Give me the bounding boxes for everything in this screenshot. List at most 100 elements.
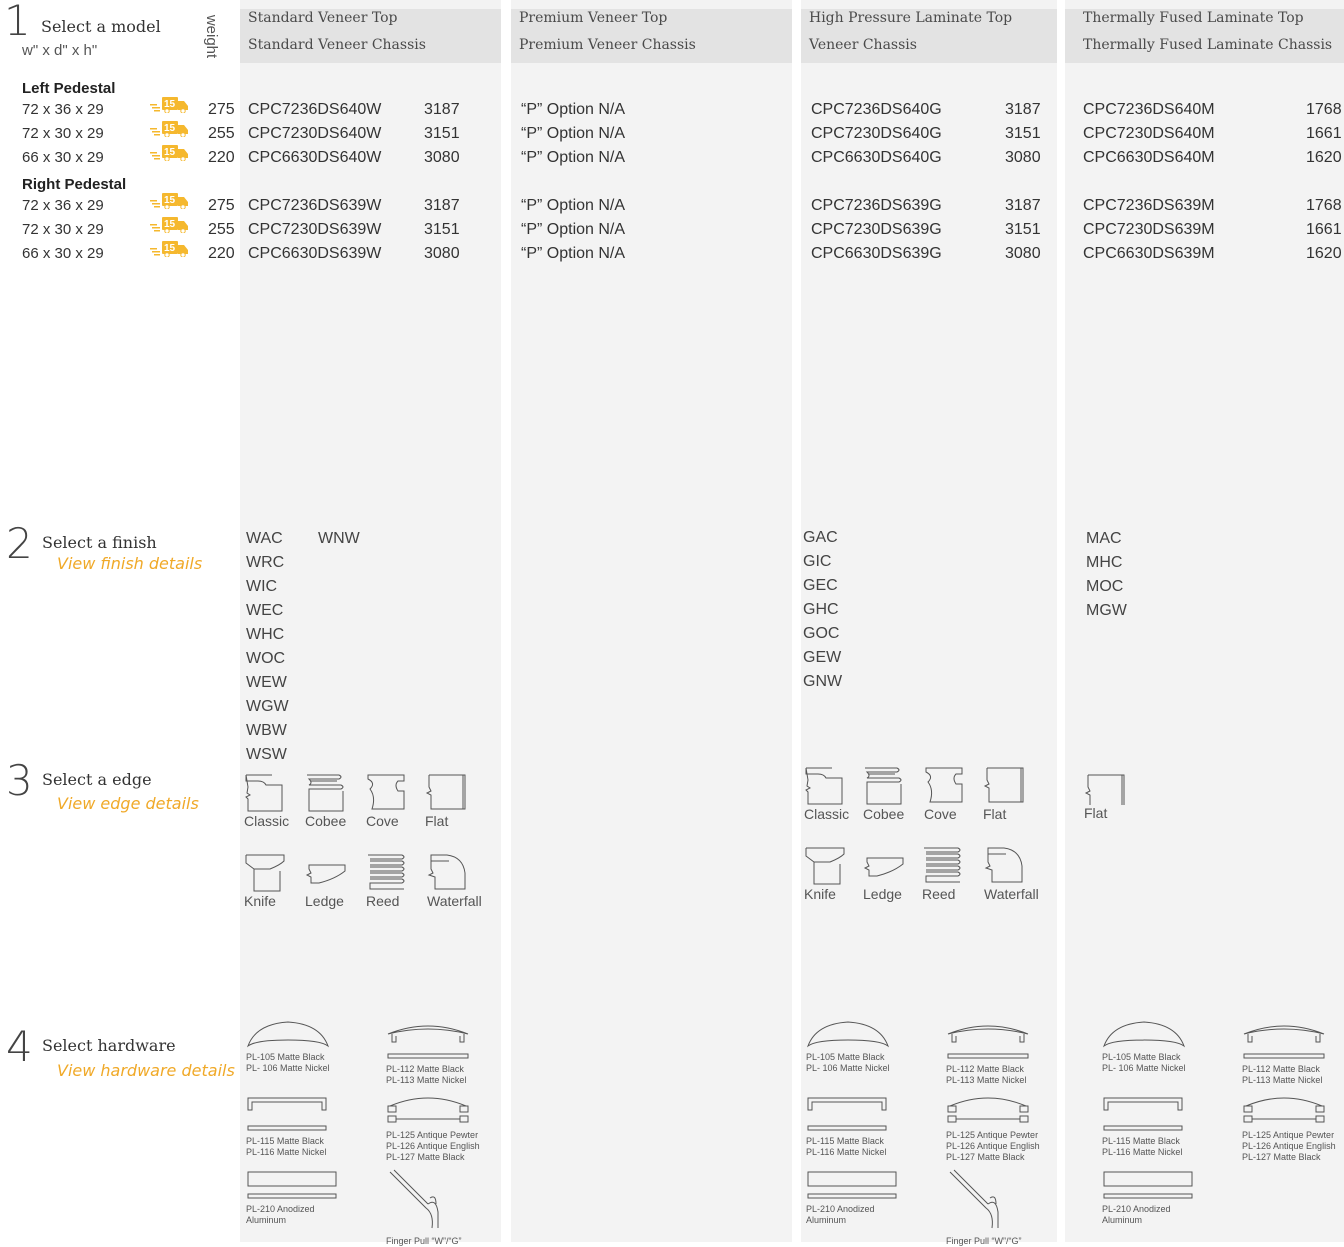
hpl-model[interactable]: CPC7230DS639G [811,221,942,239]
finish-code[interactable]: MHC [1086,551,1127,575]
premium-veneer-model: “P” Option N/A [521,245,626,262]
edge-waterfall[interactable]: Waterfall [427,853,487,909]
edge-label: Knife [244,893,276,909]
finish-code[interactable]: WAC [246,527,289,551]
premium-veneer-model: “P” Option N/A [521,197,626,214]
standard-veneer-model[interactable]: CPC6630DS639W [248,245,381,263]
hpl-model[interactable]: CPC7236DS639G [811,197,942,215]
finish-code[interactable]: WIC [246,575,289,599]
hardware-pl-210[interactable]: PL-210 Anodized Aluminum [1102,1168,1194,1226]
view-edge-details-link[interactable]: View edge details [57,794,199,813]
finish-code[interactable]: GOC [803,622,842,646]
edge-ledge[interactable]: Ledge [863,846,923,902]
finish-code[interactable]: WSW [246,743,289,767]
finish-code[interactable]: GEW [803,646,842,670]
step-2-label: Select a finish [42,533,157,552]
weight-label: weight [203,14,221,59]
finish-code[interactable]: WGW [246,695,289,719]
tfl-model[interactable]: CPC7236DS639M [1083,197,1215,215]
finish-code[interactable]: WBW [246,719,289,743]
hardware-pl-125[interactable]: PL-125 Antique Pewter PL-126 Antique Engl… [946,1092,1040,1163]
view-finish-details-link[interactable]: View finish details [57,554,202,573]
column-header-line2: Standard Veneer Chassis [248,37,426,53]
finish-code[interactable]: WOC [246,647,289,671]
tfl-model[interactable]: CPC7230DS640M [1083,125,1215,143]
finish-code[interactable]: WHC [246,623,289,647]
finish-code[interactable]: MOC [1086,575,1127,599]
finish-list-standard-veneer: WAC WRC WIC WEC WHC WOC WEW WGW WBW WSW [246,527,289,767]
finish-code[interactable]: WRC [246,551,289,575]
edge-flat[interactable]: Flat [983,766,1043,822]
finish-code[interactable]: GEC [803,574,842,598]
edge-knife-icon [245,854,285,892]
hardware-pl-210[interactable]: PL-210 Anodized Aluminum [246,1168,338,1226]
edge-label: Cove [924,806,957,822]
hardware-finger-pull[interactable]: Finger Pull “W”/“G” [386,1168,462,1247]
hpl-model[interactable]: CPC7236DS640G [811,101,942,119]
edge-knife[interactable]: Knife [244,853,304,909]
standard-veneer-model[interactable]: CPC7236DS640W [248,101,381,119]
tfl-model[interactable]: CPC6630DS640M [1083,149,1215,167]
edge-cobee[interactable]: Cobee [305,773,365,829]
hardware-pl-105[interactable]: PL-105 Matte Black PL- 106 Matte Nickel [246,1018,330,1074]
size-cell: 72 x 30 x 29 [22,125,104,142]
hardware-pl-210[interactable]: PL-210 Anodized Aluminum [806,1168,898,1226]
edge-cove[interactable]: Cove [924,766,984,822]
hpl-price: 3187 [1005,101,1041,118]
edge-ledge[interactable]: Ledge [305,853,365,909]
finish-code[interactable]: GIC [803,550,842,574]
hardware-pl-125[interactable]: PL-125 Antique Pewter PL-126 Antique Engl… [1242,1092,1336,1163]
hardware-pl-115[interactable]: PL-115 Matte Black PL-116 Matte Nickel [246,1092,330,1158]
quick-ship-truck-icon: 15 [150,121,188,137]
edge-reed[interactable]: Reed [366,853,426,909]
hardware-label-line: PL-112 Matte Black [1242,1064,1320,1074]
quick-ship-badge: 15 [164,123,176,134]
finish-code[interactable]: GHC [803,598,842,622]
size-cell: 66 x 30 x 29 [22,149,104,166]
hardware-pl-115[interactable]: PL-115 Matte Black PL-116 Matte Nickel [806,1092,890,1158]
hardware-pl-112[interactable]: PL-112 Matte Black PL-113 Matte Nickel [1242,1020,1326,1086]
edge-flat[interactable]: Flat [425,773,485,829]
hardware-pl-105[interactable]: PL-105 Matte Black PL- 106 Matte Nickel [1102,1018,1186,1074]
edge-cobee[interactable]: Cobee [863,766,923,822]
hpl-model[interactable]: CPC7230DS640G [811,125,942,143]
tfl-model[interactable]: CPC7230DS639M [1083,221,1215,239]
edge-knife-icon [805,847,845,885]
step-4-label: Select hardware [42,1036,176,1055]
edge-knife[interactable]: Knife [804,846,864,902]
finish-code[interactable]: MAC [1086,527,1127,551]
size-cell: 72 x 30 x 29 [22,221,104,238]
finish-code[interactable]: WNW [318,527,360,551]
hpl-model[interactable]: CPC6630DS640G [811,149,942,167]
edge-reed[interactable]: Reed [922,846,982,902]
hpl-price: 3080 [1005,245,1041,262]
hardware-finger-pull[interactable]: Finger Pull “W”/“G” [946,1168,1022,1247]
view-hardware-details-link[interactable]: View hardware details [57,1061,235,1080]
hardware-pl-125[interactable]: PL-125 Antique Pewter PL-126 Antique Engl… [386,1092,480,1163]
hpl-model[interactable]: CPC6630DS639G [811,245,942,263]
edge-classic[interactable]: Classic [244,773,304,829]
tfl-model[interactable]: CPC6630DS639M [1083,245,1215,263]
standard-veneer-model[interactable]: CPC7230DS640W [248,125,381,143]
premium-veneer-model: “P” Option N/A [521,149,626,166]
finish-code[interactable]: MGW [1086,599,1127,623]
hardware-pl-105[interactable]: PL-105 Matte Black PL- 106 Matte Nickel [806,1018,890,1074]
finish-code[interactable]: GNW [803,670,842,694]
edge-flat[interactable]: Flat [1084,773,1144,821]
hardware-pl-210-icon [1103,1171,1193,1199]
standard-veneer-model[interactable]: CPC6630DS640W [248,149,381,167]
hpl-price: 3187 [1005,197,1041,214]
hardware-pl-112[interactable]: PL-112 Matte Black PL-113 Matte Nickel [946,1020,1030,1086]
standard-veneer-model[interactable]: CPC7236DS639W [248,197,381,215]
hardware-label: PL-125 Antique Pewter PL-126 Antique Engl… [386,1130,480,1163]
finish-code[interactable]: WEC [246,599,289,623]
edge-waterfall[interactable]: Waterfall [984,846,1044,902]
finish-code[interactable]: GAC [803,526,842,550]
hardware-pl-115[interactable]: PL-115 Matte Black PL-116 Matte Nickel [1102,1092,1186,1158]
edge-classic[interactable]: Classic [804,766,864,822]
finish-code[interactable]: WEW [246,671,289,695]
standard-veneer-model[interactable]: CPC7230DS639W [248,221,381,239]
hardware-pl-112[interactable]: PL-112 Matte Black PL-113 Matte Nickel [386,1020,470,1086]
edge-cove[interactable]: Cove [366,773,426,829]
tfl-model[interactable]: CPC7236DS640M [1083,101,1215,119]
